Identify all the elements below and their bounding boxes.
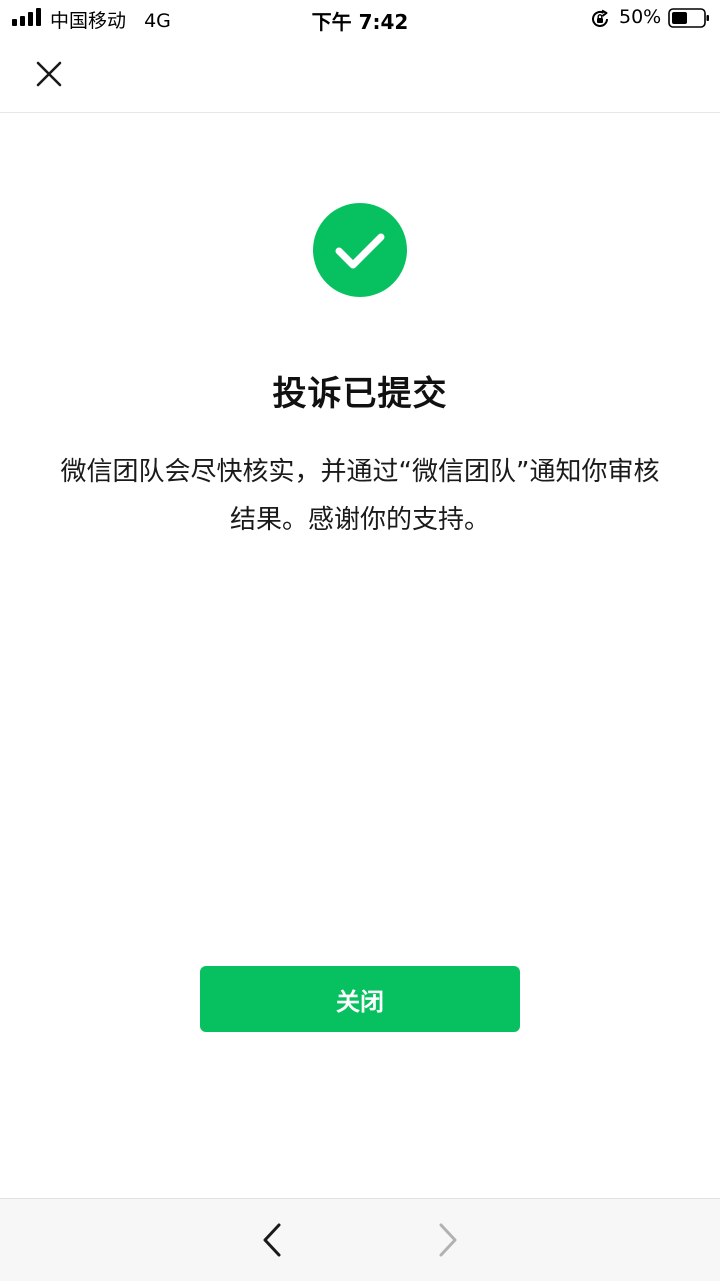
close-icon[interactable] (28, 53, 70, 95)
bottom-toolbar (0, 1198, 720, 1281)
chevron-left-icon[interactable] (257, 1221, 287, 1259)
check-circle-icon (313, 203, 407, 297)
orientation-lock-icon (592, 9, 608, 27)
battery-percentage: 50% (619, 6, 662, 28)
battery-icon (668, 8, 709, 28)
close-button[interactable]: 关闭 (200, 966, 520, 1032)
chevron-right-icon[interactable] (433, 1221, 463, 1259)
status-bar: 中国移动 4G 下午 7:42 50% (0, 0, 720, 38)
result-description: 微信团队会尽快核实，并通过“微信团队”通知你审核结果。感谢你的支持。 (60, 457, 660, 535)
nav-bar (0, 38, 720, 113)
status-time: 下午 7:42 (311, 10, 409, 34)
result-title: 投诉已提交 (272, 374, 448, 414)
